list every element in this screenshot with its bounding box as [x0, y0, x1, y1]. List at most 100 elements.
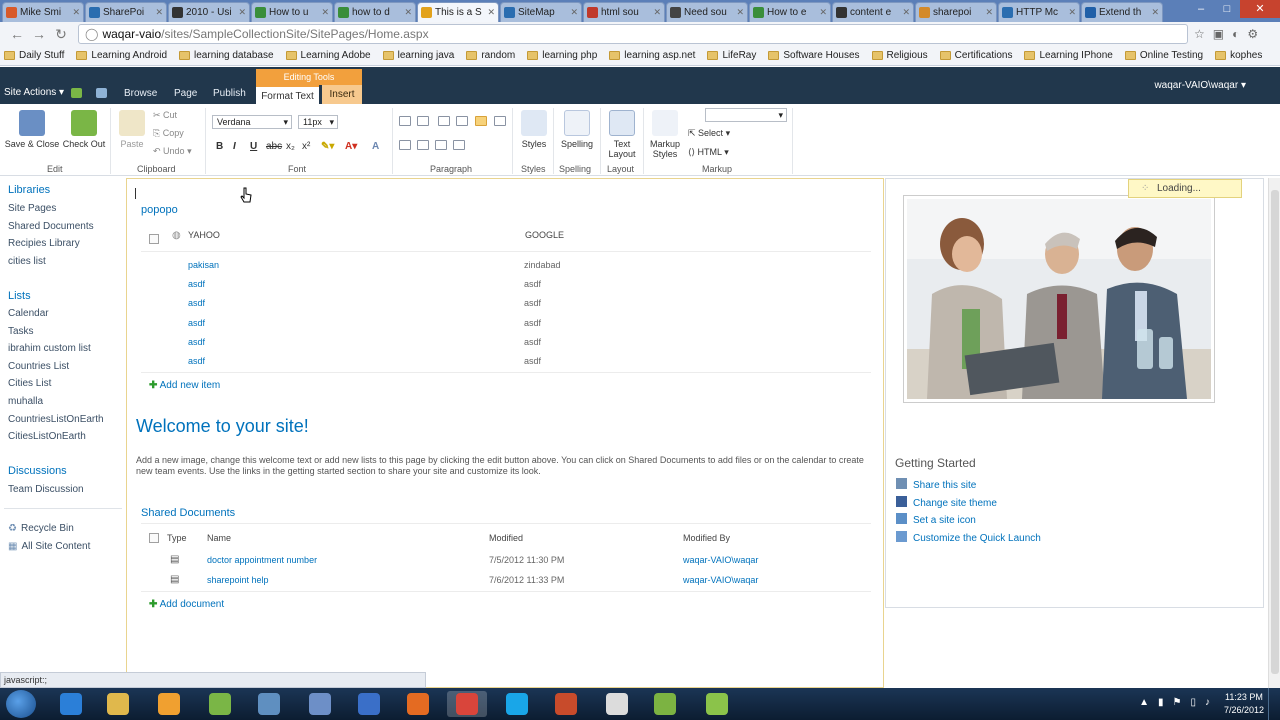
align-left-icon[interactable] [399, 140, 411, 150]
browser-tab[interactable]: content e ✕ [832, 2, 914, 22]
cut-button[interactable]: ✂ Cut [153, 110, 177, 121]
tab-close-icon[interactable]: ✕ [819, 7, 827, 18]
battery-icon[interactable]: ▯ [1190, 697, 1196, 708]
browser-tab[interactable]: html sou ✕ [583, 2, 665, 22]
nav-heading-lists[interactable]: Lists [8, 290, 31, 302]
nav-item-list[interactable]: CountriesListOnEarth [8, 414, 104, 425]
flag-icon[interactable]: ⚑ [1173, 697, 1182, 708]
tab-close-icon[interactable]: ✕ [736, 7, 744, 18]
copy-button[interactable]: ⎘ Copy [153, 128, 184, 139]
bookmark-folder[interactable]: learning asp.net [609, 50, 695, 61]
browser-tab[interactable]: 2010 - Usi ✕ [168, 2, 250, 22]
justify-icon[interactable] [453, 140, 465, 150]
taskbar-app[interactable] [447, 691, 487, 717]
add-new-item-link[interactable]: ✚ Add new item [149, 380, 220, 391]
font-color-icon[interactable]: A▾ [345, 141, 357, 152]
taskbar-app[interactable] [300, 691, 340, 717]
back-icon[interactable]: ← [6, 26, 28, 42]
column-name[interactable]: Name [207, 533, 231, 543]
strikethrough-icon[interactable]: abc [266, 141, 282, 152]
tab-close-icon[interactable]: ✕ [487, 7, 495, 18]
bookmark-folder[interactable]: learning php [527, 50, 597, 61]
bookmark-folder[interactable]: Online Testing [1124, 50, 1203, 61]
maximize-icon[interactable]: □ [1214, 0, 1240, 18]
navigate-up-icon[interactable] [71, 88, 82, 98]
minimize-icon[interactable]: – [1188, 0, 1214, 18]
nav-item-library[interactable]: cities list [8, 256, 46, 267]
bullets-icon[interactable] [399, 116, 411, 126]
bookmark-folder[interactable]: Daily Stuff [4, 50, 64, 61]
list-item-yahoo[interactable]: pakisan [188, 260, 219, 270]
document-name-link[interactable]: sharepoint help [207, 575, 269, 585]
extension-icon[interactable]: ▣ [1213, 27, 1224, 41]
tab-close-icon[interactable]: ✕ [238, 7, 246, 18]
bookmark-folder[interactable]: learning database [179, 50, 274, 61]
align-right-icon[interactable] [435, 140, 447, 150]
taskbar-app[interactable] [597, 691, 637, 717]
list-item-yahoo[interactable]: asdf [188, 356, 205, 366]
tab-close-icon[interactable]: ✕ [404, 7, 412, 18]
bookmark-star-icon[interactable]: ☆ [1194, 27, 1205, 41]
scrollbar-thumb[interactable] [1271, 190, 1279, 674]
browser-tab[interactable]: This is a S ✕ [417, 2, 499, 22]
nav-item-library[interactable]: Shared Documents [8, 221, 94, 232]
taskbar-app[interactable] [645, 691, 685, 717]
underline-icon[interactable]: U [250, 141, 257, 152]
bookmark-folder[interactable]: Certifications [939, 50, 1012, 61]
forward-icon[interactable]: → [28, 26, 50, 42]
volume-icon[interactable]: ♪ [1205, 697, 1210, 708]
tab-close-icon[interactable]: ✕ [1151, 7, 1159, 18]
getting-started-link[interactable]: Customize the Quick Launch [896, 530, 1041, 544]
taskbar-app[interactable] [149, 691, 189, 717]
browser-tab[interactable]: SiteMap ✕ [500, 2, 582, 22]
superscript-icon[interactable]: x² [302, 141, 310, 152]
text-layout-button[interactable]: Text Layout [604, 110, 640, 159]
tab-close-icon[interactable]: ✕ [1068, 7, 1076, 18]
column-modified[interactable]: Modified [489, 533, 523, 543]
page-scrollbar[interactable] [1268, 178, 1280, 688]
browser-tab[interactable]: SharePoi ✕ [85, 2, 167, 22]
undo-button[interactable]: ↶ Undo ▾ [153, 146, 192, 157]
list-item-yahoo[interactable]: asdf [188, 298, 205, 308]
numbering-icon[interactable] [417, 116, 429, 126]
subscript-icon[interactable]: x₂ [286, 141, 295, 152]
tab-close-icon[interactable]: ✕ [653, 7, 661, 18]
paste-button[interactable]: Paste [118, 110, 146, 149]
taskbar-clock[interactable]: 11:23 PM 7/26/2012 [1224, 691, 1264, 717]
bookmark-folder[interactable]: Learning IPhone [1024, 50, 1113, 61]
nav-item-list[interactable]: muhalla [8, 396, 43, 407]
browser-tab[interactable]: sharepoi ✕ [915, 2, 997, 22]
nav-item-list[interactable]: Cities List [8, 378, 51, 389]
nav-heading-libraries[interactable]: Libraries [8, 184, 50, 196]
ltr-icon[interactable] [475, 116, 487, 126]
tray-arrow-icon[interactable]: ▲ [1139, 697, 1149, 708]
bookmark-folder[interactable]: learning java [382, 50, 454, 61]
document-modified-by[interactable]: waqar-VAIO\waqar [683, 575, 758, 585]
taskbar-app[interactable] [98, 691, 138, 717]
taskbar-app[interactable] [398, 691, 438, 717]
tab-publish[interactable]: Publish [213, 88, 246, 99]
html-button[interactable]: ⟨⟩ HTML ▾ [688, 147, 729, 158]
nav-item-list[interactable]: Tasks [8, 326, 34, 337]
reload-icon[interactable]: ↻ [50, 26, 72, 43]
highlight-color-icon[interactable]: ✎▾ [321, 141, 334, 152]
outdent-icon[interactable] [438, 116, 450, 126]
taskbar-app[interactable] [249, 691, 289, 717]
tab-close-icon[interactable]: ✕ [72, 7, 80, 18]
nav-item-list[interactable]: CitiesListOnEarth [8, 431, 86, 442]
browser-tab[interactable]: Extend th ✕ [1081, 2, 1163, 22]
bold-icon[interactable]: B [216, 141, 223, 152]
nav-heading-discussions[interactable]: Discussions [8, 465, 67, 477]
select-all-docs-checkbox[interactable] [149, 533, 159, 543]
nav-item-library[interactable]: Site Pages [8, 203, 56, 214]
main-content-zone[interactable]: popopo ◍ YAHOO GOOGLE pakisan zindabad asd… [126, 178, 884, 688]
list-item-yahoo[interactable]: asdf [188, 337, 205, 347]
site-actions-menu[interactable]: Site Actions ▾ [4, 87, 64, 98]
tab-browse[interactable]: Browse [124, 88, 157, 99]
nav-item-list[interactable]: Countries List [8, 361, 69, 372]
select-button[interactable]: ⇱ Select ▾ [688, 128, 730, 139]
nav-item-list[interactable]: Calendar [8, 308, 49, 319]
column-modified-by[interactable]: Modified By [683, 533, 730, 543]
recycle-bin-link[interactable]: ♻ Recycle Bin [8, 523, 74, 534]
column-google[interactable]: GOOGLE [525, 230, 564, 240]
